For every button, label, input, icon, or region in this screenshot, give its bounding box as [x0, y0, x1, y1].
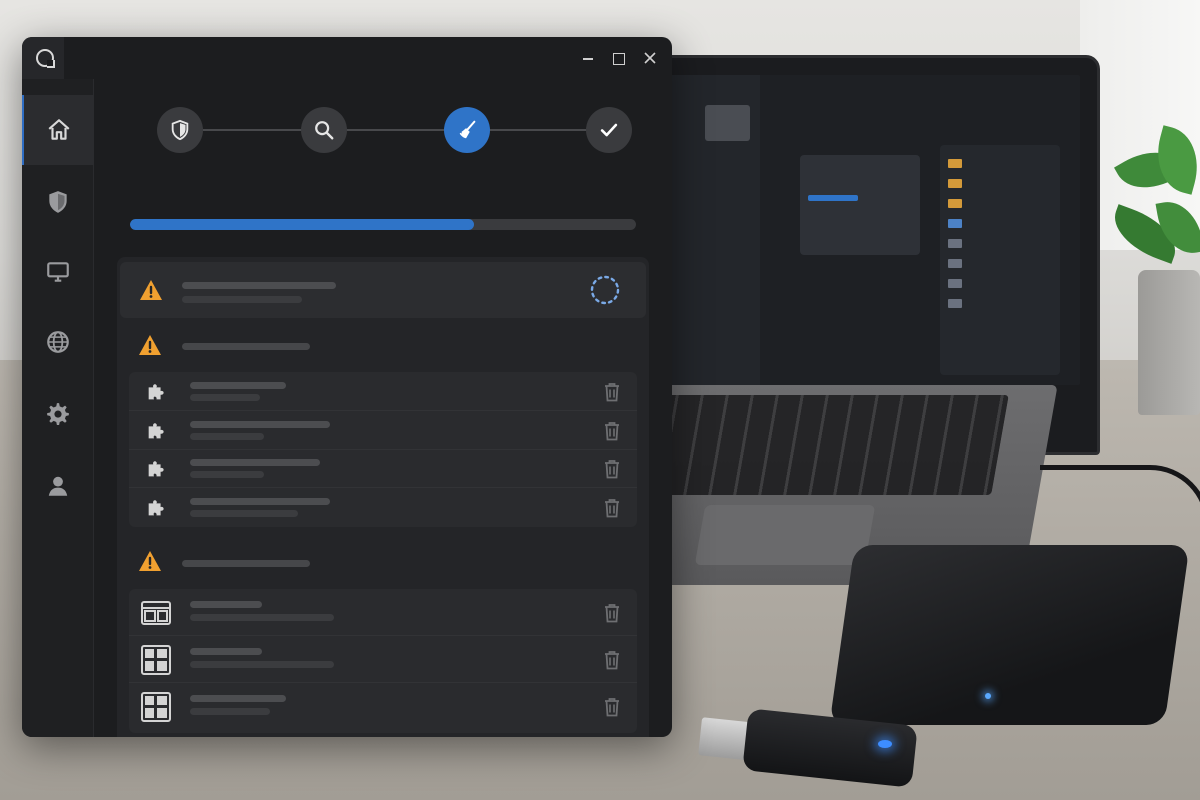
puzzle-piece-icon: [148, 423, 164, 439]
hard-drive-led: [985, 693, 991, 699]
apps-group: [129, 589, 637, 733]
shield-icon: [49, 191, 67, 213]
title-bar: [22, 37, 672, 79]
list-item[interactable]: [129, 488, 637, 527]
broom-icon: [459, 120, 476, 139]
group-title-placeholder: [182, 560, 310, 567]
search-icon: [315, 121, 334, 140]
home-icon: [48, 119, 70, 140]
stepper-connector: [203, 129, 303, 131]
list-item[interactable]: [129, 589, 637, 636]
warning-icon: [139, 551, 161, 571]
item-subtitle-placeholder: [190, 614, 334, 621]
globe-icon: [47, 331, 69, 353]
cleaner-app-window: [22, 37, 672, 737]
sidebar-item-home[interactable]: [22, 95, 94, 165]
checkmark-icon: [600, 123, 618, 137]
monitor-icon: [47, 262, 69, 282]
sidebar-item-account[interactable]: [22, 451, 94, 521]
laptop-trackpad: [694, 505, 876, 565]
warning-icon: [140, 280, 162, 300]
close-icon[interactable]: [640, 48, 660, 68]
current-scan-row: [120, 262, 646, 318]
warning-icon: [139, 335, 161, 355]
trash-icon[interactable]: [603, 603, 621, 623]
list-item[interactable]: [129, 372, 637, 411]
loading-spinner-icon: [590, 275, 620, 305]
sidebar-item-settings[interactable]: [22, 379, 94, 449]
item-title-placeholder: [190, 601, 262, 608]
item-subtitle-placeholder: [190, 394, 260, 401]
user-icon: [48, 476, 68, 496]
progress-bar: [130, 219, 636, 230]
sidebar-item-device[interactable]: [22, 237, 94, 307]
trash-icon[interactable]: [603, 498, 621, 518]
item-subtitle-placeholder: [190, 433, 264, 440]
group-title-placeholder: [182, 343, 310, 350]
item-title-placeholder: [190, 498, 330, 505]
results-panel: [117, 257, 649, 737]
sidebar: [22, 79, 94, 737]
gear-icon: [47, 403, 69, 426]
stepper-connector: [346, 129, 446, 131]
stepper-connector: [488, 129, 588, 131]
progress-bar-fill: [130, 219, 475, 230]
minimize-icon[interactable]: [578, 48, 598, 68]
grid-layout-icon: [141, 692, 171, 722]
trash-icon[interactable]: [603, 382, 621, 402]
puzzle-piece-icon: [148, 384, 164, 400]
main-content: [94, 79, 672, 737]
step-scan[interactable]: [301, 107, 347, 153]
maximize-icon[interactable]: [608, 48, 628, 68]
list-item[interactable]: [129, 683, 637, 733]
extensions-group: [129, 372, 637, 527]
sidebar-item-protection[interactable]: [22, 167, 94, 237]
external-hard-drive: [829, 545, 1190, 725]
item-subtitle-placeholder: [190, 661, 334, 668]
step-complete[interactable]: [586, 107, 632, 153]
sidebar-item-network[interactable]: [22, 307, 94, 377]
item-subtitle-placeholder: [190, 708, 270, 715]
trash-icon[interactable]: [603, 697, 621, 717]
grid-layout-icon: [141, 601, 171, 625]
item-subtitle-placeholder: [190, 471, 264, 478]
item-title-placeholder: [190, 382, 286, 389]
item-subtitle-placeholder: [190, 510, 298, 517]
grid-layout-icon: [141, 645, 171, 675]
app-logo-container: [22, 37, 64, 79]
usb-led: [878, 740, 892, 748]
trash-icon[interactable]: [603, 459, 621, 479]
list-item[interactable]: [129, 636, 637, 683]
item-title-placeholder: [190, 459, 320, 466]
step-protect[interactable]: [157, 107, 203, 153]
puzzle-piece-icon: [148, 500, 164, 516]
app-logo-icon: [36, 49, 55, 68]
plant-pot: [1138, 270, 1200, 415]
trash-icon[interactable]: [603, 650, 621, 670]
scan-item-subtitle-placeholder: [182, 296, 302, 303]
item-title-placeholder: [190, 648, 262, 655]
item-title-placeholder: [190, 421, 330, 428]
scan-item-title-placeholder: [182, 282, 336, 289]
trash-icon[interactable]: [603, 421, 621, 441]
list-item[interactable]: [129, 411, 637, 450]
shield-icon: [171, 119, 189, 141]
list-item[interactable]: [129, 450, 637, 488]
laptop-screen: [660, 75, 1080, 385]
item-title-placeholder: [190, 695, 286, 702]
step-clean[interactable]: [444, 107, 490, 153]
puzzle-piece-icon: [148, 461, 164, 477]
